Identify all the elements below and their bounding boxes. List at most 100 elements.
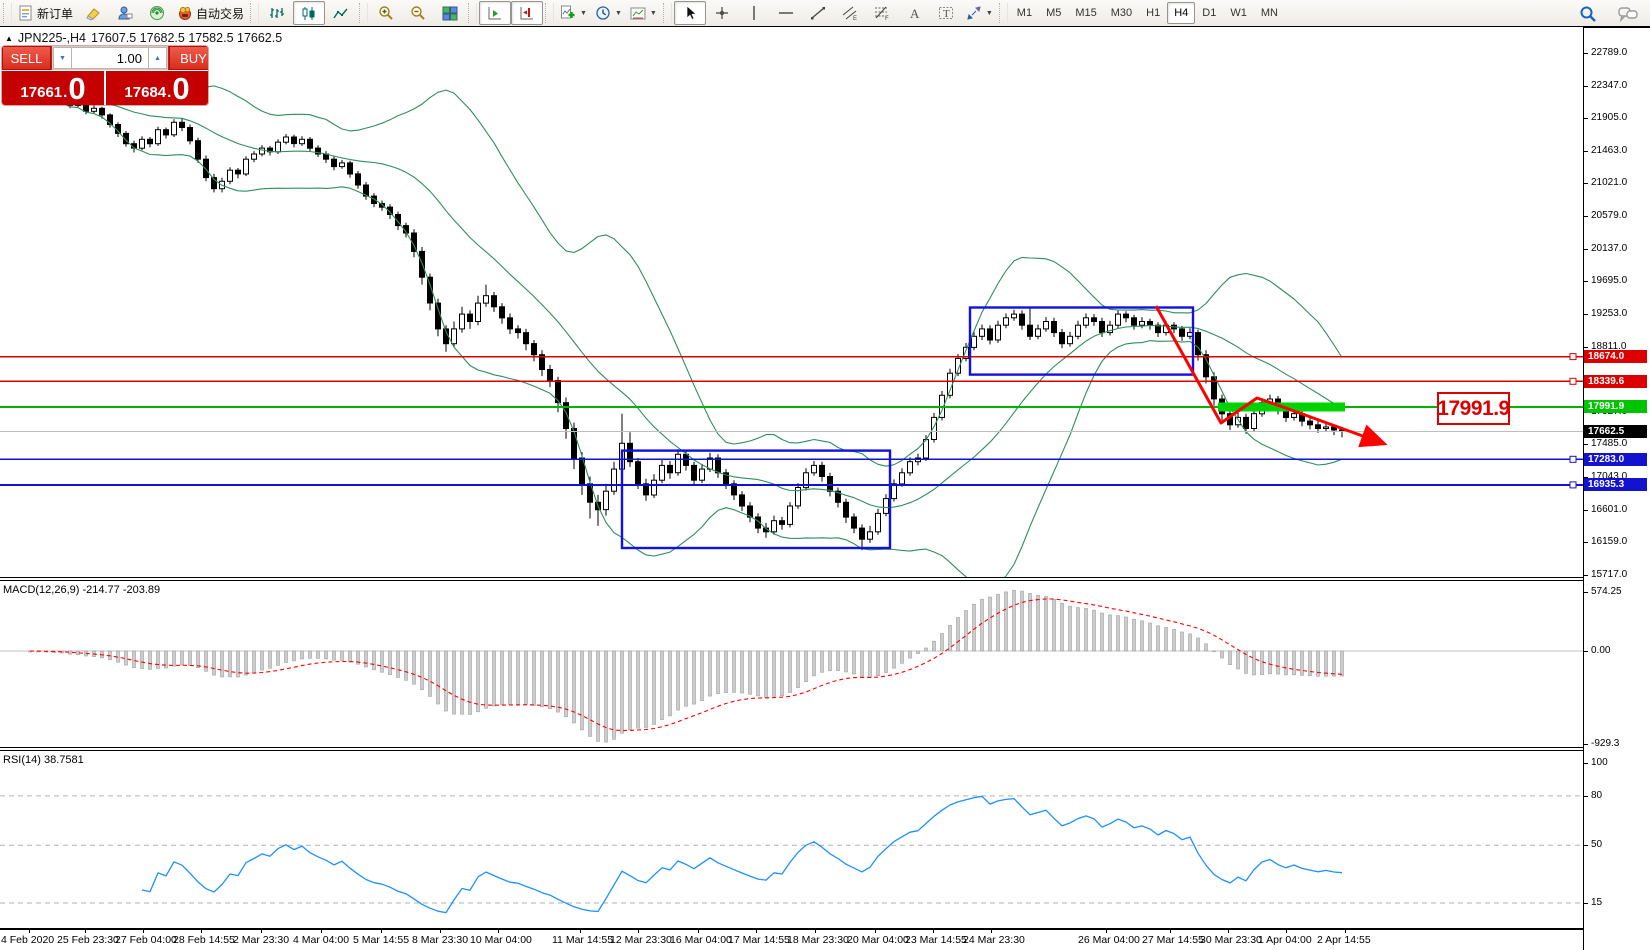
- candle: [508, 318, 513, 329]
- line-anchor-handle[interactable]: [1570, 456, 1576, 462]
- time-axis-tick: [875, 928, 876, 933]
- fibonacci-button[interactable]: F: [866, 1, 898, 25]
- eraser-button[interactable]: [77, 1, 109, 25]
- time-axis-label: 2 Mar 23:30: [233, 934, 289, 946]
- rsi-canvas[interactable]: [0, 751, 1583, 928]
- buy-button[interactable]: BUY: [169, 46, 208, 70]
- line-anchor-handle[interactable]: [1570, 482, 1576, 488]
- one-click-collapse-icon[interactable]: ▲: [5, 34, 13, 43]
- dropdown-caret-icon[interactable]: ▼: [615, 10, 622, 17]
- toolbar-group-grip[interactable]: [3, 3, 12, 23]
- toolbar-group-grip[interactable]: [545, 3, 554, 23]
- text-button[interactable]: A: [898, 1, 930, 25]
- macd-bar: [1197, 638, 1200, 651]
- rsi-tick-label: 100: [1591, 757, 1608, 768]
- price-callout[interactable]: 17991.9: [1437, 392, 1510, 425]
- macd-canvas[interactable]: [0, 581, 1583, 747]
- time-axis-tick: [498, 928, 499, 933]
- price-level-badge: 17991.9: [1584, 400, 1647, 413]
- chat-button[interactable]: [1612, 2, 1644, 26]
- zoom-in-icon: [378, 5, 394, 21]
- timeframe-H4[interactable]: H4: [1167, 2, 1195, 24]
- toolbar-group-grip[interactable]: [663, 3, 672, 23]
- volume-increase-button[interactable]: ▲: [148, 47, 167, 69]
- timeframe-W1[interactable]: W1: [1223, 2, 1254, 24]
- macd-bar: [405, 651, 408, 680]
- chart-shift-button[interactable]: [511, 1, 543, 25]
- time-axis-label: 24 Mar 23:30: [963, 934, 1025, 946]
- macd-bar: [461, 651, 464, 714]
- time-axis-tick: [440, 928, 441, 933]
- templates-button[interactable]: ▼: [626, 1, 661, 25]
- candle: [524, 333, 529, 344]
- macd-bar: [669, 651, 672, 716]
- price-tick-label: 21905.0: [1591, 112, 1627, 123]
- line-chart-button[interactable]: [325, 1, 357, 25]
- dropdown-caret-icon[interactable]: ▼: [650, 10, 657, 17]
- cursor-button[interactable]: [674, 1, 706, 25]
- axis-tick: [1584, 763, 1588, 764]
- toolbar-group-grip[interactable]: [250, 3, 259, 23]
- horizontal-levels: [0, 354, 1583, 488]
- timeframe-H1[interactable]: H1: [1139, 2, 1167, 24]
- candle: [612, 469, 617, 491]
- periods-button[interactable]: ▼: [591, 1, 626, 25]
- macd-bar: [973, 604, 976, 651]
- candle: [1060, 333, 1065, 344]
- macd-bar: [221, 651, 224, 677]
- auto-scroll-button[interactable]: [479, 1, 511, 25]
- zoom-in-button[interactable]: [370, 1, 402, 25]
- dropdown-caret-icon[interactable]: ▼: [580, 10, 587, 17]
- sell-button[interactable]: SELL: [2, 46, 51, 70]
- volume-decrease-button[interactable]: ▼: [53, 47, 72, 69]
- equidistant-channel-button[interactable]: E: [834, 1, 866, 25]
- trendline-button[interactable]: [802, 1, 834, 25]
- time-axis-label: 8 Mar 23:30: [412, 934, 468, 946]
- buy-price[interactable]: 17684 . 0: [106, 71, 208, 105]
- arrows-button[interactable]: ▼: [962, 1, 997, 25]
- toolbar-group-grip[interactable]: [999, 3, 1008, 23]
- timeframe-M15[interactable]: M15: [1068, 2, 1103, 24]
- search-button[interactable]: [1572, 2, 1604, 26]
- line-anchor-handle[interactable]: [1570, 378, 1576, 384]
- timeframe-MN[interactable]: MN: [1254, 2, 1285, 24]
- line-anchor-handle[interactable]: [1570, 354, 1576, 360]
- text-label-button[interactable]: T: [930, 1, 962, 25]
- buy-price-sep: .: [167, 82, 171, 104]
- timeframe-M1[interactable]: M1: [1010, 2, 1039, 24]
- svg-text:E: E: [853, 16, 857, 21]
- price-tick-label: 22347.0: [1591, 80, 1627, 91]
- candle: [308, 139, 313, 148]
- timeframe-M5[interactable]: M5: [1039, 2, 1068, 24]
- toolbar-group-grip[interactable]: [359, 3, 368, 23]
- news-signal-button[interactable]: [141, 1, 173, 25]
- auto-trading-button[interactable]: 自动交易: [173, 1, 248, 25]
- candle: [660, 465, 665, 480]
- macd-bar: [613, 651, 616, 739]
- candle: [244, 159, 249, 174]
- zoom-out-button[interactable]: [402, 1, 434, 25]
- horizontal-line-button[interactable]: [770, 1, 802, 25]
- bar-chart-button[interactable]: [261, 1, 293, 25]
- vertical-line-button[interactable]: [738, 1, 770, 25]
- sell-price[interactable]: 17661 . 0: [2, 71, 104, 105]
- axis-tick: [1584, 845, 1588, 846]
- new-order-button[interactable]: 新订单: [14, 1, 77, 25]
- crosshair-button[interactable]: [706, 1, 738, 25]
- macd-bar: [589, 651, 592, 736]
- macd-bar: [717, 651, 720, 694]
- price-chart-canvas[interactable]: [0, 27, 1583, 577]
- time-axis-tick: [201, 928, 202, 933]
- dropdown-caret-icon[interactable]: ▼: [986, 10, 993, 17]
- candle: [1116, 314, 1121, 325]
- indicators-button[interactable]: ▼: [556, 1, 591, 25]
- toolbar-group-grip[interactable]: [468, 3, 477, 23]
- tile-windows-button[interactable]: [434, 1, 466, 25]
- timeframe-D1[interactable]: D1: [1195, 2, 1223, 24]
- profile-button[interactable]: [109, 1, 141, 25]
- timeframe-M30[interactable]: M30: [1104, 2, 1139, 24]
- bollinger-bands: [46, 76, 1342, 577]
- volume-input[interactable]: [72, 47, 148, 69]
- candlestick-chart-button[interactable]: [293, 1, 325, 25]
- macd-bar: [1325, 651, 1328, 676]
